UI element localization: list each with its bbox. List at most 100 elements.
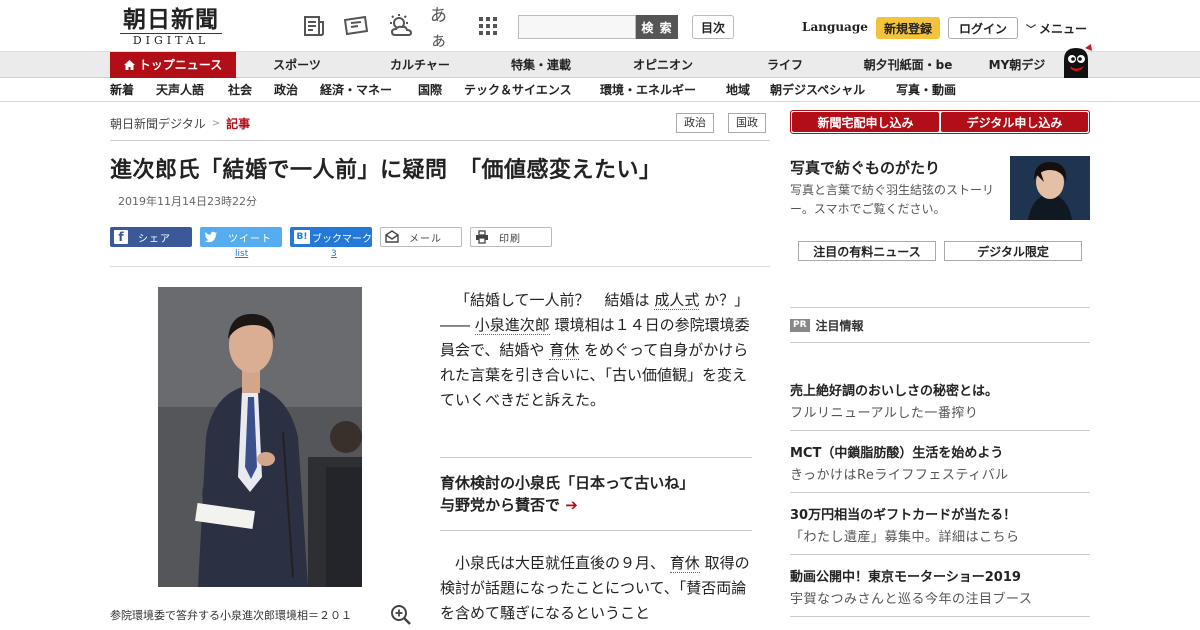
divider [790, 342, 1090, 343]
subnav-item-special[interactable]: 朝デジスペシャル [770, 79, 865, 102]
ad-title[interactable]: 30万円相当のギフトカードが当たる！ [790, 504, 1016, 523]
pr-section-header: PR 注目情報 [790, 317, 864, 334]
newspaper-icon[interactable] [300, 12, 328, 40]
promo-description[interactable]: 写真と言葉で紡ぐ羽生結弦のストーリー。スマホでご覧ください。 [790, 181, 1002, 219]
breadcrumb-root[interactable]: 朝日新聞デジタル [110, 115, 206, 132]
nav-label: トップニュース [138, 58, 223, 72]
logo-main-text: 朝日新聞 [123, 6, 219, 33]
subnav-item-international[interactable]: 国際 [418, 79, 442, 102]
hatena-bookmark-label: ブックマーク [312, 233, 372, 245]
ad-title[interactable]: MCT（中鎖脂肪酸）生活を始めよう [790, 442, 1003, 461]
hatena-bookmark-button[interactable]: B! ブックマーク [290, 227, 372, 247]
divider [790, 307, 1090, 308]
nav-item-sports[interactable]: スポーツ [256, 52, 338, 78]
nav-item-newspaper[interactable]: 朝夕刊紙面・be [852, 52, 964, 78]
main-nav: トップニュース スポーツ カルチャー 特集・連載 オピニオン ライフ 朝夕刊紙面… [0, 52, 1200, 78]
subnav-item-region[interactable]: 地域 [726, 79, 750, 102]
keyword-link[interactable]: 育休 [669, 554, 700, 573]
related-article-line2: 与野党から賛否で ➔ [440, 494, 752, 516]
tag-politics[interactable]: 政治 [676, 113, 714, 133]
facebook-share-button[interactable]: f シェア [110, 227, 192, 247]
hatena-count-link[interactable]: 3 [331, 249, 337, 259]
promo-image[interactable] [1010, 156, 1090, 220]
subnav-item-tenseijingo[interactable]: 天声人語 [156, 79, 204, 102]
promo-title[interactable]: 写真で紡ぐものがたり [790, 157, 940, 178]
subnav-item-tech-science[interactable]: テック＆サイエンス [464, 79, 572, 102]
search-button[interactable]: 検 索 [636, 15, 678, 39]
subnav-item-latest[interactable]: 新着 [110, 79, 134, 102]
subscription-box: 新聞宅配申し込み デジタル申し込み [790, 110, 1090, 134]
related-article-text: 与野党から賛否で [440, 496, 561, 514]
article-body-paragraph: 小泉氏は大臣就任直後の９月、 育休 取得の検討が話題になったことについて、「賛否… [440, 551, 752, 626]
font-size-icon[interactable]: あぁ [430, 6, 458, 51]
breadcrumb: 朝日新聞デジタル > 記事 [110, 115, 250, 132]
mail-icon [385, 230, 399, 243]
language-link[interactable]: Language [802, 20, 868, 34]
twitter-share-label: ツイート [228, 233, 272, 245]
register-button[interactable]: 新規登録 [876, 17, 940, 39]
print-label: 印刷 [499, 233, 521, 245]
premium-news-button[interactable]: 注目の有料ニュース [798, 241, 936, 261]
text-span: 小泉氏は大臣就任直後の９月、 [440, 554, 666, 572]
ad-title[interactable]: 動画公開中！東京モーターショー2019 [790, 566, 1021, 585]
apps-grid-icon[interactable] [474, 12, 502, 40]
related-article-line1: 育休検討の小泉氏「日本って古いね」 [440, 474, 695, 492]
pr-badge: PR [790, 319, 810, 332]
index-button[interactable]: 目次 [692, 15, 734, 39]
search-input[interactable] [518, 15, 636, 39]
twitter-share-button[interactable]: ツイート [200, 227, 282, 247]
nav-item-my-asahi[interactable]: MY朝デジ [980, 52, 1054, 78]
keyword-link[interactable]: 育休 [549, 341, 580, 360]
nav-item-top-news[interactable]: トップニュース [110, 52, 236, 78]
nav-item-features[interactable]: 特集・連載 [494, 52, 588, 78]
subnav-item-economy[interactable]: 経済・マネー [320, 79, 392, 102]
article-title: 進次郎氏「結婚で一人前」に疑問 「価値感変えたい」 [110, 158, 662, 183]
arrow-right-icon: ➔ [565, 496, 578, 514]
article-photo[interactable] [158, 287, 362, 587]
menu-button[interactable]: ﹀ メニュー [1026, 20, 1087, 37]
ad-description[interactable]: 宇賀なつみさんと巡る今年の注目ブース [790, 588, 1032, 607]
digital-only-button[interactable]: デジタル限定 [944, 241, 1082, 261]
twitter-icon [204, 231, 217, 243]
font-size-label: あぁ [430, 6, 447, 51]
ad-description[interactable]: フルリニューアルした一番搾り [790, 402, 978, 421]
site-logo[interactable]: 朝日新聞 DIGITAL [112, 6, 230, 47]
home-icon [123, 60, 135, 70]
print-button[interactable]: 印刷 [470, 227, 552, 247]
newspaper-subscribe-button[interactable]: 新聞宅配申し込み [792, 112, 939, 132]
subnav-item-environment[interactable]: 環境・エネルギー [600, 79, 696, 102]
divider [790, 430, 1090, 431]
ad-description[interactable]: 「わたし遺産」募集中。詳細はこちら [790, 526, 1020, 545]
divider [790, 616, 1090, 617]
twitter-count-link[interactable]: list [235, 249, 248, 259]
article-lead-paragraph: 「結婚して一人前？ 結婚は 成人式 か？」―― 小泉進次郎 環境相は１４日の参院… [440, 288, 752, 413]
divider [790, 554, 1090, 555]
divider [110, 140, 770, 141]
ad-title[interactable]: 売上絶好調のおいしさの秘密とは。 [790, 380, 998, 399]
nav-item-culture[interactable]: カルチャー [372, 52, 468, 78]
zoom-in-icon[interactable] [390, 604, 412, 626]
sub-nav: 新着 天声人語 社会 政治 経済・マネー 国際 テック＆サイエンス 環境・エネル… [0, 79, 1200, 102]
nav-item-life[interactable]: ライフ [746, 52, 824, 78]
tag-national-politics[interactable]: 国政 [728, 113, 766, 133]
keyword-link[interactable]: 成人式 [654, 291, 700, 310]
nav-item-opinion[interactable]: オピニオン [616, 52, 710, 78]
ticket-icon[interactable] [342, 12, 370, 40]
digital-subscribe-button[interactable]: デジタル申し込み [941, 112, 1088, 132]
keyword-link[interactable]: 小泉進次郎 [474, 316, 550, 335]
hatena-bookmark-icon: B! [294, 230, 310, 244]
subnav-item-society[interactable]: 社会 [228, 79, 252, 102]
ad-description[interactable]: きっかけはReライフフェスティバル [790, 464, 1009, 483]
weather-icon[interactable] [386, 12, 414, 40]
mascot-icon[interactable] [1058, 42, 1094, 78]
subnav-item-photo-video[interactable]: 写真・動画 [896, 79, 956, 102]
divider [110, 266, 770, 267]
mail-share-button[interactable]: メール [380, 227, 462, 247]
chevron-down-icon: ﹀ [1026, 25, 1036, 36]
related-article-link[interactable]: 育休検討の小泉氏「日本って古いね」 与野党から賛否で ➔ [440, 457, 752, 531]
text-span: 「結婚して一人前？ 結婚は [455, 291, 650, 309]
menu-label: メニュー [1039, 22, 1088, 36]
login-button[interactable]: ログイン [948, 17, 1018, 39]
subnav-item-politics[interactable]: 政治 [274, 79, 298, 102]
facebook-share-label: シェア [138, 233, 171, 245]
